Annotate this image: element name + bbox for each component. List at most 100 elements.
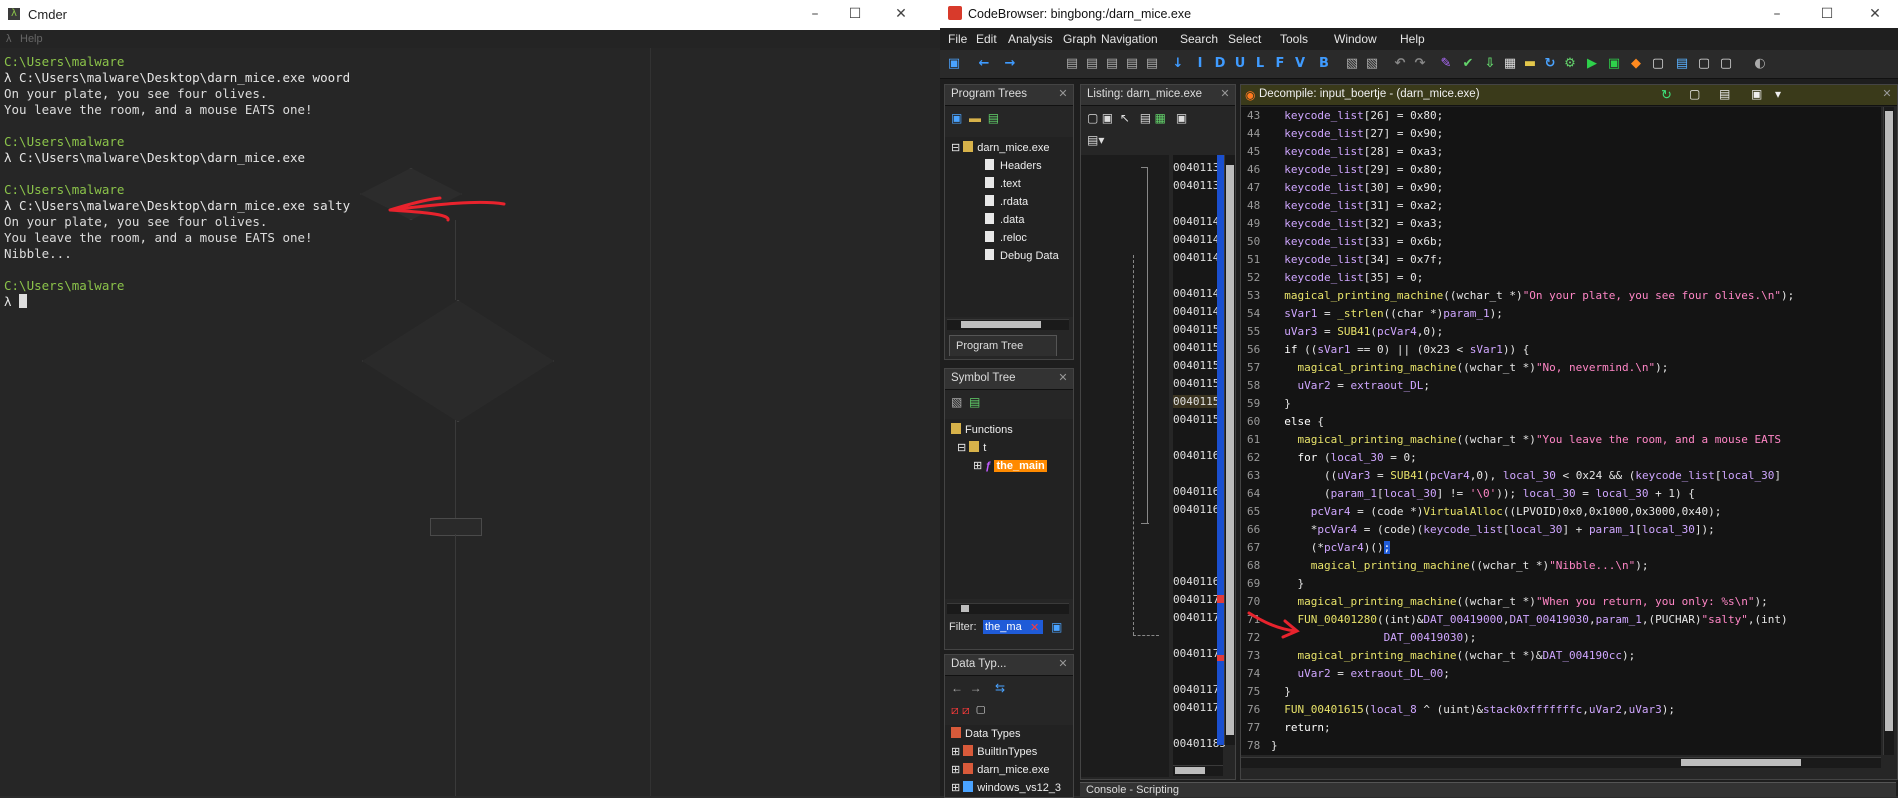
code-line[interactable]: 54 sVar1 = _strlen((char *)param_1); (1241, 305, 1794, 323)
copy-icon[interactable]: ▢ (1087, 111, 1098, 125)
menu-navigation[interactable]: Navigation (1101, 32, 1158, 46)
terminal-output[interactable]: C:\Users\malware λ C:\Users\malware\Deskt… (4, 54, 934, 310)
refresh-icon[interactable]: ↻ (1661, 87, 1672, 103)
folder-t[interactable]: ⊟ t (957, 441, 986, 454)
code-line[interactable]: 57 magical_printing_machine((wchar_t *)"… (1241, 359, 1794, 377)
export-icon[interactable]: ▤ (1719, 87, 1730, 101)
view-icon[interactable]: ▢ (1696, 56, 1712, 72)
listing-address-column[interactable]: 00401139 0040113b 00401141 00401144 00401147… (1173, 155, 1226, 765)
filter-icon[interactable]: ⧄ (951, 703, 959, 717)
code-line[interactable]: 52 keycode_list[35] = 0; (1241, 269, 1794, 287)
bookmark-nav-button[interactable]: B (1316, 56, 1332, 72)
vertical-scrollbar[interactable] (1224, 155, 1235, 745)
code-line[interactable]: 63 ((uVar3 = SUB41(pcVar4,0), local_30 <… (1241, 467, 1794, 485)
nav-icon[interactable]: ▤ (1124, 56, 1140, 72)
cmder-menu-lambda[interactable]: λ (6, 33, 12, 45)
tree-item[interactable]: .text (985, 177, 1021, 190)
tree-item[interactable]: ⊞ BuiltInTypes (951, 745, 1037, 758)
code-line[interactable]: 73 magical_printing_machine((wchar_t *)&… (1241, 647, 1794, 665)
run-icon[interactable]: ▶ (1584, 56, 1600, 72)
code-line[interactable]: 59 } (1241, 395, 1794, 413)
tree-item[interactable]: ⊞ windows_vs12_3 (951, 781, 1061, 794)
help-icon[interactable]: ◐ (1752, 56, 1768, 72)
code-line[interactable]: 77 return; (1241, 719, 1794, 737)
tool-icon[interactable]: ▧ (1344, 56, 1360, 72)
tab-program-tree[interactable]: Program Tree (949, 335, 1057, 356)
import-icon[interactable]: ▧ (951, 395, 962, 409)
code-line[interactable]: 69 } (1241, 575, 1794, 593)
menu-file[interactable]: File (948, 32, 967, 46)
tree-icon[interactable]: ▤ (988, 111, 999, 125)
code-line[interactable]: 68 magical_printing_machine((wchar_t *)"… (1241, 557, 1794, 575)
export-icon[interactable]: ⇩ (1482, 56, 1498, 72)
new-tree-icon[interactable]: ▣ (951, 111, 962, 125)
view-icon[interactable]: ▢ (1718, 56, 1734, 72)
code-line[interactable]: 47 keycode_list[30] = 0x90; (1241, 179, 1794, 197)
close-icon[interactable]: ✕ (890, 4, 912, 24)
redo-icon[interactable]: ↷ (1412, 56, 1428, 72)
close-icon[interactable]: ✕ (1864, 4, 1886, 24)
tree-item[interactable]: Debug Data (985, 249, 1059, 262)
menu-tools[interactable]: Tools (1280, 32, 1308, 46)
maximize-icon[interactable]: ☐ (844, 4, 866, 24)
folder-icon[interactable]: ▬ (969, 111, 981, 125)
maximize-icon[interactable]: ☐ (1816, 4, 1838, 24)
code-line[interactable]: 67 (*pcVar4)(); (1241, 539, 1794, 557)
code-line[interactable]: 74 uVar2 = extraout_DL_00; (1241, 665, 1794, 683)
code-line[interactable]: 49 keycode_list[32] = 0xa3; (1241, 215, 1794, 233)
functions-folder[interactable]: Functions (951, 423, 1013, 436)
menu-window[interactable]: Window (1334, 32, 1377, 46)
pencil-icon[interactable]: ✎ (1438, 56, 1454, 72)
horizontal-scrollbar[interactable] (1241, 757, 1881, 768)
arrange-icon[interactable]: ⇆ (995, 681, 1005, 695)
filter-options-icon[interactable]: ▣ (1051, 620, 1062, 634)
nav-icon[interactable]: ▤ (1104, 56, 1120, 72)
forward-arrow-icon[interactable]: → (1002, 56, 1018, 72)
code-line[interactable]: 53 magical_printing_machine((wchar_t *)"… (1241, 287, 1794, 305)
code-line[interactable]: 44 keycode_list[27] = 0x90; (1241, 125, 1794, 143)
minimize-icon[interactable]: – (1766, 4, 1788, 24)
nav-icon[interactable]: ▤ (1064, 56, 1080, 72)
horizontal-scrollbar[interactable] (947, 603, 1069, 614)
program-tree-root[interactable]: ⊟ darn_mice.exe (951, 141, 1049, 154)
decompile-code[interactable]: 43 keycode_list[26] = 0x80; 44 keycode_li… (1241, 107, 1794, 755)
menu-graph[interactable]: Graph (1063, 32, 1096, 46)
code-line[interactable]: 65 pcVar4 = (code *)VirtualAlloc((LPVOID… (1241, 503, 1794, 521)
horizontal-scrollbar[interactable] (947, 319, 1069, 330)
view-icon[interactable]: ▢ (1650, 56, 1666, 72)
paste-icon[interactable]: ▣ (1102, 111, 1113, 125)
snapshot-icon[interactable]: ▣ (1751, 87, 1762, 101)
chevron-down-icon[interactable]: ▾ (1775, 87, 1781, 101)
diff-icon[interactable]: ▦ (1154, 111, 1165, 125)
back-arrow-icon[interactable]: ← (951, 681, 963, 695)
function-the-main[interactable]: ⊞ ƒ the_main (973, 459, 1047, 472)
code-line[interactable]: 66 *pcVar4 = (code)(keycode_list[local_3… (1241, 521, 1794, 539)
code-line[interactable]: 71 FUN_00401280((int)&DAT_00419000,DAT_0… (1241, 611, 1794, 629)
cursor-icon[interactable]: ↖ (1120, 111, 1130, 125)
cmder-menu-help[interactable]: Help (20, 33, 43, 45)
code-line[interactable]: 48 keycode_list[31] = 0xa2; (1241, 197, 1794, 215)
view-icon[interactable]: ▢ (976, 703, 985, 717)
close-icon[interactable]: ✕ (1881, 88, 1893, 100)
instruction-nav-button[interactable]: I (1192, 56, 1208, 72)
tree-item[interactable]: .rdata (985, 195, 1028, 208)
refresh-icon[interactable]: ↻ (1542, 56, 1558, 72)
export-icon[interactable]: ▤ (969, 395, 980, 409)
tool-icon[interactable]: ▧ (1364, 56, 1380, 72)
tree-item[interactable]: Headers (985, 159, 1042, 172)
save-icon[interactable]: ▣ (946, 56, 962, 72)
check-icon[interactable]: ✔ (1460, 56, 1476, 72)
script-icon[interactable]: ◆ (1628, 56, 1644, 72)
filter-icon[interactable]: ⧄ (962, 703, 970, 717)
copy-icon[interactable]: ▢ (1689, 87, 1700, 101)
code-line[interactable]: 43 keycode_list[26] = 0x80; (1241, 107, 1794, 125)
down-arrow-icon[interactable]: ↓ (1170, 56, 1186, 72)
value-nav-button[interactable]: V (1292, 56, 1308, 72)
code-line[interactable]: 45 keycode_list[28] = 0xa3; (1241, 143, 1794, 161)
close-icon[interactable]: ✕ (1057, 88, 1069, 100)
data-types-root[interactable]: Data Types (951, 727, 1020, 740)
close-icon[interactable]: ✕ (1219, 88, 1231, 100)
code-line[interactable]: 61 magical_printing_machine((wchar_t *)"… (1241, 431, 1794, 449)
decompile-code-area[interactable]: 43 keycode_list[26] = 0x80; 44 keycode_li… (1241, 107, 1881, 755)
back-arrow-icon[interactable]: ← (976, 56, 992, 72)
